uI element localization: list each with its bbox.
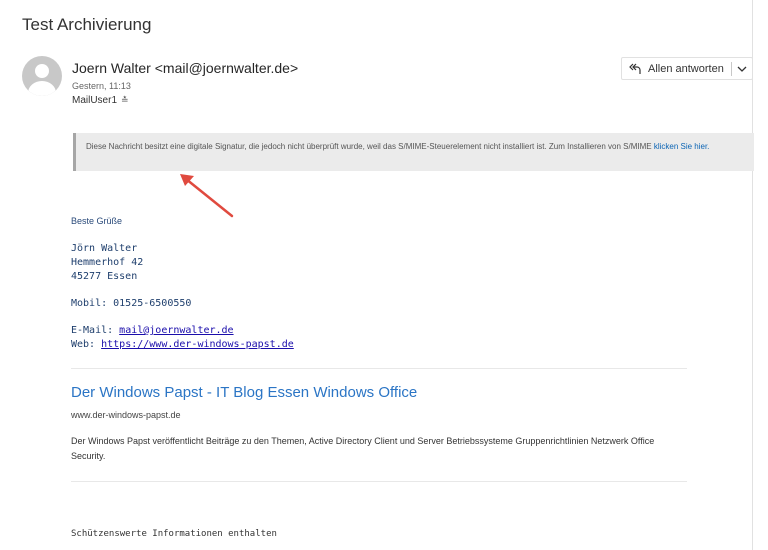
recipient-field[interactable]: MailUser1 ≛ <box>72 95 129 106</box>
install-smime-link[interactable]: klicken Sie hier. <box>654 142 710 151</box>
smime-notice-text: Diese Nachricht besitzt eine digitale Si… <box>86 140 750 154</box>
link-preview-divider-bottom <box>71 481 687 482</box>
email-label: E-Mail: <box>71 325 120 336</box>
signature-city: 45277 Essen <box>71 271 138 282</box>
signature-street: Hemmerhof 42 <box>71 257 144 268</box>
message-subject: Test Archivierung <box>22 15 152 34</box>
smime-notice-message: Diese Nachricht besitzt eine digitale Si… <box>86 142 654 151</box>
website-link[interactable]: https://www.der-windows-papst.de <box>101 339 294 350</box>
link-preview-url: www.der-windows-papst.de <box>71 410 181 420</box>
button-separator <box>731 62 732 76</box>
message-date: Gestern, 11:13 <box>72 81 131 91</box>
link-preview-description: Der Windows Papst veröffentlicht Beiträg… <box>71 436 655 461</box>
greeting-text: Beste Grüße <box>71 216 123 226</box>
smime-notice-banner: Diese Nachricht besitzt eine digitale Si… <box>73 133 754 171</box>
chevron-down-icon[interactable]: ≛ <box>121 95 129 105</box>
sender-name[interactable]: Joern Walter <mail@joernwalter.de> <box>72 60 298 76</box>
signature-name: Jörn Walter <box>71 243 138 254</box>
recipient-name: MailUser1 <box>72 95 118 106</box>
email-link[interactable]: mail@joernwalter.de <box>119 325 233 336</box>
reply-all-button[interactable]: Allen antworten <box>621 57 753 80</box>
signature-email-line: E-Mail: mail@joernwalter.de <box>71 325 234 336</box>
red-arrow-annotation <box>180 174 234 218</box>
link-preview-title[interactable]: Der Windows Papst - IT Blog Essen Window… <box>71 384 417 401</box>
reply-all-label: Allen antworten <box>648 63 724 75</box>
classification-label: Schützenswerte Informationen enthalten <box>71 529 277 539</box>
signature-mobile: Mobil: 01525-6500550 <box>71 298 192 309</box>
sender-avatar-icon[interactable] <box>22 56 62 96</box>
link-preview-divider-top <box>71 368 687 369</box>
web-label: Web: <box>71 339 102 350</box>
signature-web-line: Web: https://www.der-windows-papst.de <box>71 339 294 350</box>
reply-all-icon <box>629 63 641 74</box>
reading-pane-border <box>752 0 753 550</box>
chevron-down-icon[interactable] <box>736 64 748 74</box>
